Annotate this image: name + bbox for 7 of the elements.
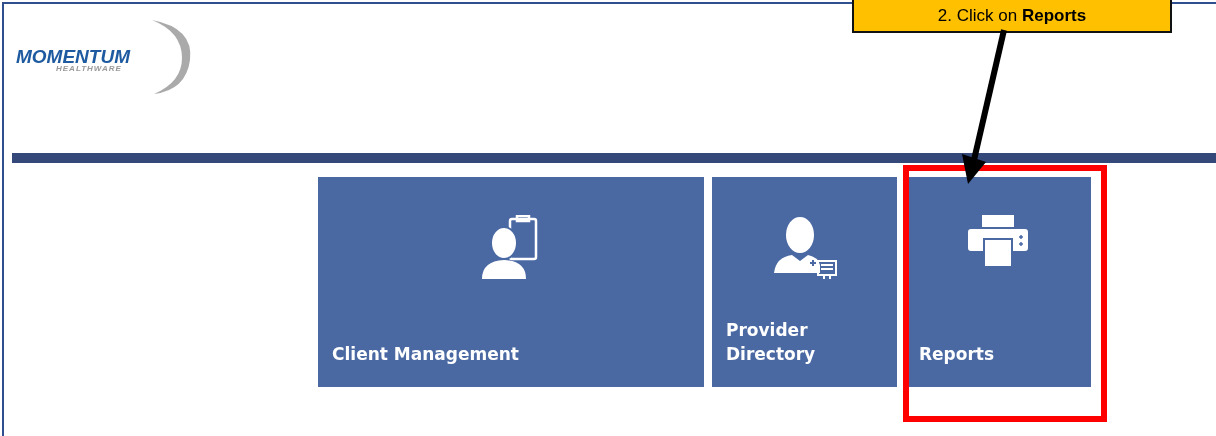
menu-tile[interactable]: Client Management bbox=[318, 177, 704, 387]
logo-wordmark: MOMENTUM bbox=[16, 46, 130, 67]
callout-box: 2. Click on Reports bbox=[852, 0, 1172, 33]
person-monitor-icon bbox=[771, 215, 838, 281]
menu-tile[interactable]: Provider Directory bbox=[712, 177, 897, 387]
printer-icon bbox=[966, 215, 1030, 267]
logo-tagline: HEALTHWARE bbox=[56, 64, 122, 73]
